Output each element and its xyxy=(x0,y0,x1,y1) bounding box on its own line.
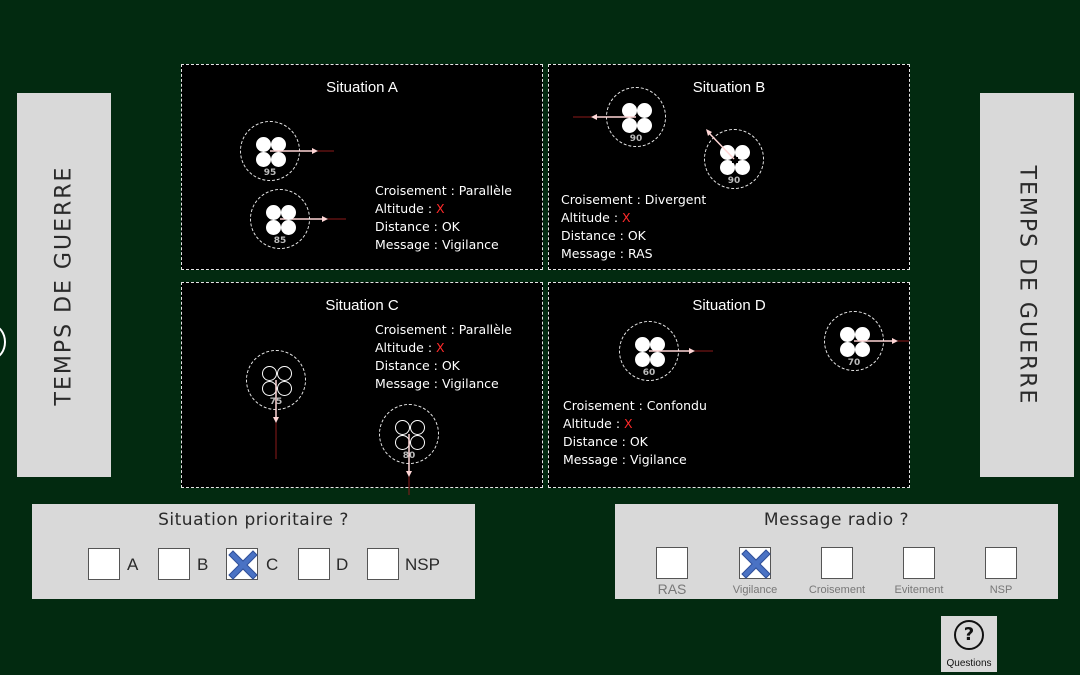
radio-label-vigilance: Vigilance xyxy=(732,584,778,596)
priority-label-d: D xyxy=(336,555,349,574)
altitude-text: Altitude : X xyxy=(375,201,445,216)
priority-label-nsp: NSP xyxy=(405,555,440,574)
priority-checkbox-b[interactable] xyxy=(158,548,190,580)
radio-label-croisement: Croisement xyxy=(808,584,866,596)
questions-label: Questions xyxy=(946,658,992,669)
distance-text: Distance : OK xyxy=(375,219,460,234)
radio-panel: Message radio ? RAS Vigilance Croisement… xyxy=(615,504,1058,599)
radio-checkbox-evitement[interactable] xyxy=(903,547,935,579)
aircraft-a2: 85 xyxy=(250,189,310,249)
priority-checkbox-nsp[interactable] xyxy=(367,548,399,580)
situation-a-panel[interactable]: Situation A 95 85 Croisement : Parallèle… xyxy=(181,64,543,270)
radio-label-evitement: Evitement xyxy=(894,584,944,596)
side-label-right-text: TEMPS DE GUERRE xyxy=(1014,165,1040,405)
radio-panel-title: Message radio ? xyxy=(763,510,910,530)
vector-c xyxy=(273,380,412,495)
edge-circle-icon xyxy=(0,325,6,359)
croisement-text: Croisement : Parallèle xyxy=(375,183,512,198)
priority-panel-title: Situation prioritaire ? xyxy=(158,510,349,530)
check-mark-icon xyxy=(741,549,771,579)
altitude-text: Altitude : X xyxy=(563,416,633,431)
question-icon: ? xyxy=(954,620,984,650)
croisement-text: Croisement : Divergent xyxy=(561,192,707,207)
aircraft-icon xyxy=(265,204,297,236)
radio-label-nsp: NSP xyxy=(989,584,1013,596)
situation-b-panel[interactable]: Situation B 90 90 Croisement : Divergent… xyxy=(548,64,910,270)
radio-checkbox-nsp[interactable] xyxy=(985,547,1017,579)
priority-checkbox-c[interactable] xyxy=(226,548,258,580)
radio-checkbox-vigilance[interactable] xyxy=(739,547,771,579)
message-text: Message : Vigilance xyxy=(375,237,499,252)
radio-checkbox-ras[interactable] xyxy=(656,547,688,579)
priority-label-a: A xyxy=(127,555,139,574)
side-label-left-text: TEMPS DE GUERRE xyxy=(51,165,77,405)
priority-checkbox-a[interactable] xyxy=(88,548,120,580)
message-text: Message : Vigilance xyxy=(563,452,687,467)
flight-level: 85 xyxy=(273,236,287,246)
altitude-alert: X xyxy=(624,416,633,431)
questions-button[interactable]: ? Questions xyxy=(941,616,997,672)
side-label-right: TEMPS DE GUERRE xyxy=(980,93,1074,477)
altitude-alert: X xyxy=(622,210,631,225)
situation-d-info: Croisement : Confondu Altitude : X Dista… xyxy=(563,397,707,469)
situation-a-info: Croisement : Parallèle Altitude : X Dist… xyxy=(375,182,512,254)
priority-checkbox-d[interactable] xyxy=(298,548,330,580)
distance-text: Distance : OK xyxy=(561,228,646,243)
situation-c-panel[interactable]: Situation C Croisement : Parallèle Altit… xyxy=(181,282,543,495)
altitude-text: Altitude : X xyxy=(561,210,631,225)
priority-panel: Situation prioritaire ? A B C D NSP xyxy=(32,504,475,599)
check-mark-icon xyxy=(228,550,258,580)
side-label-left: TEMPS DE GUERRE xyxy=(17,93,111,477)
altitude-alert: X xyxy=(436,201,445,216)
priority-label-c: C xyxy=(266,555,279,574)
situation-b-info: Croisement : Divergent Altitude : X Dist… xyxy=(561,191,706,263)
radio-label-ras: RAS xyxy=(657,581,687,597)
situation-d-panel[interactable]: Situation D 60 70 Croisement : Confondu … xyxy=(548,282,910,488)
radio-checkbox-croisement[interactable] xyxy=(821,547,853,579)
croisement-text: Croisement : Confondu xyxy=(563,398,707,413)
message-text: Message : RAS xyxy=(561,246,653,261)
distance-text: Distance : OK xyxy=(563,434,648,449)
priority-label-b: B xyxy=(197,555,209,574)
